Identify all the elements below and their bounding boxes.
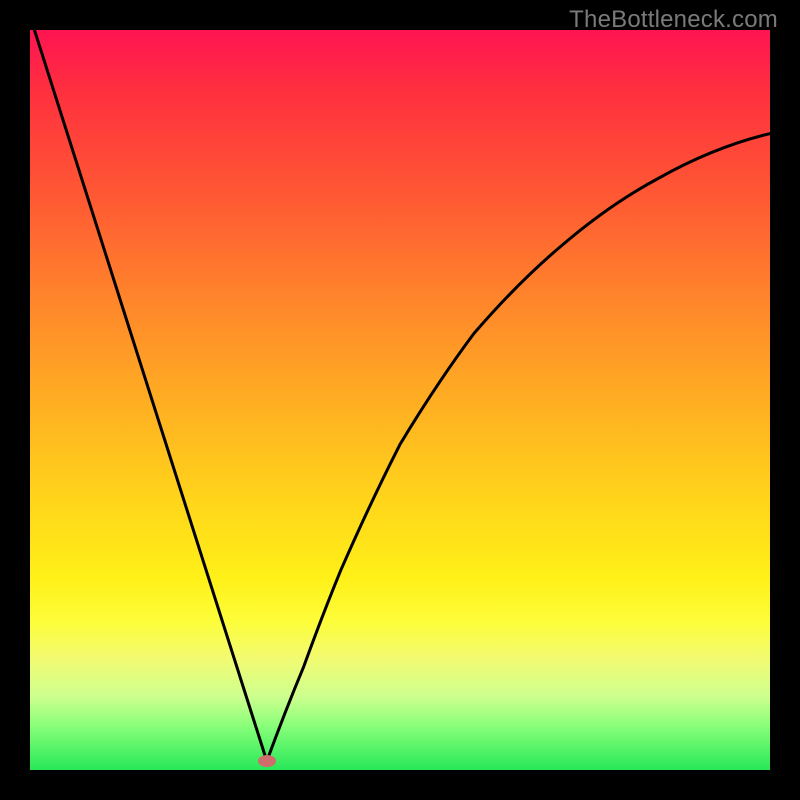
curve-svg [30,30,770,770]
plot-area [30,30,770,770]
minimum-marker [258,755,276,767]
bottleneck-curve [34,30,770,761]
watermark-text: TheBottleneck.com [569,6,778,34]
chart-frame: TheBottleneck.com [0,0,800,800]
